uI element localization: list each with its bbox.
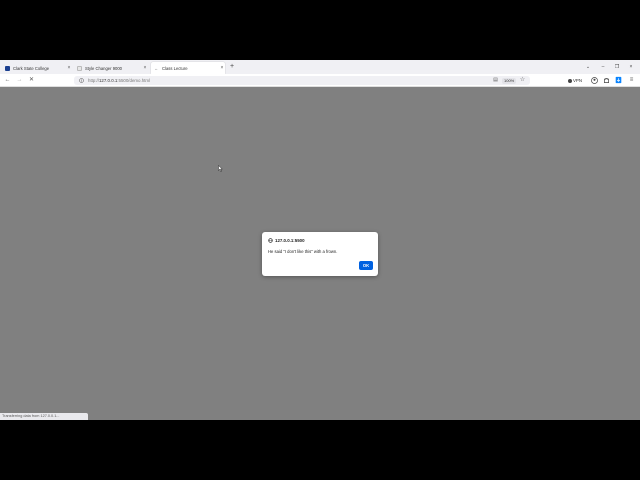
tab-label: Clark State College xyxy=(13,65,50,71)
url-path: :5500/demo.html xyxy=(117,78,151,83)
tab-class-lecture[interactable]: ↔ Class Lecture × xyxy=(151,62,225,74)
globe-icon xyxy=(268,238,273,243)
back-button[interactable]: ← xyxy=(3,76,12,85)
download-icon[interactable] xyxy=(615,76,622,84)
stop-button[interactable]: ✕ xyxy=(27,76,36,85)
mouse-cursor-icon xyxy=(218,165,223,172)
dialog-message: He said "I don't like this" with a frown… xyxy=(268,249,338,254)
forward-button[interactable]: → xyxy=(15,76,24,85)
tab-close-icon[interactable]: × xyxy=(66,65,72,71)
address-bar[interactable]: http://127.0.0.1:5500/demo.html ▤ 100% ☆ xyxy=(74,76,530,85)
url-text[interactable]: http://127.0.0.1:5500/demo.html xyxy=(88,76,150,85)
list-all-tabs-icon[interactable]: ⌄ xyxy=(583,62,593,72)
tab-style-changer[interactable]: Style Changer 9000 × xyxy=(74,62,148,74)
college-favicon-icon xyxy=(5,65,10,71)
extensions-icon[interactable] xyxy=(603,77,610,84)
loading-icon: ↔ xyxy=(154,65,158,71)
vpn-button[interactable]: VPN xyxy=(568,77,582,84)
vpn-icon xyxy=(568,78,572,83)
tab-clark-state-college[interactable]: Clark State College × xyxy=(2,62,72,74)
url-scheme: http:// xyxy=(88,78,99,83)
minimize-button[interactable]: – xyxy=(598,62,608,72)
bookmark-star-icon[interactable]: ☆ xyxy=(519,77,526,84)
vpn-label: VPN xyxy=(573,78,583,83)
account-icon[interactable] xyxy=(591,77,598,84)
tab-close-icon[interactable]: × xyxy=(142,65,148,71)
page-favicon-icon xyxy=(77,65,82,71)
url-host: 127.0.0.1 xyxy=(98,78,118,83)
tab-close-icon[interactable]: × xyxy=(219,65,225,71)
browser-window: Clark State College × Style Changer 9000… xyxy=(0,60,640,420)
tab-strip: Clark State College × Style Changer 9000… xyxy=(0,60,640,74)
alert-dialog: 127.0.0.1:5500 He said "I don't like thi… xyxy=(262,232,378,276)
screen: Clark State College × Style Changer 9000… xyxy=(0,0,640,480)
status-bar: Transferring data from 127.0.0.1... xyxy=(0,413,88,420)
reader-view-icon[interactable]: ▤ xyxy=(492,77,499,84)
site-info-icon[interactable] xyxy=(79,78,84,83)
ok-button[interactable]: OK xyxy=(359,261,373,270)
zoom-level[interactable]: 100% xyxy=(502,77,517,84)
close-window-button[interactable]: × xyxy=(626,62,636,72)
tab-label: Class Lecture xyxy=(162,65,188,71)
new-tab-button[interactable]: + xyxy=(228,63,236,71)
navigation-toolbar: ← → ✕ http://127.0.0.1:5500/demo.html ▤ … xyxy=(0,74,640,87)
restore-button[interactable]: ❐ xyxy=(612,62,622,72)
dialog-origin: 127.0.0.1:5500 xyxy=(275,237,305,243)
tab-label: Style Changer 9000 xyxy=(85,65,123,71)
menu-icon[interactable]: ≡ xyxy=(627,76,636,85)
